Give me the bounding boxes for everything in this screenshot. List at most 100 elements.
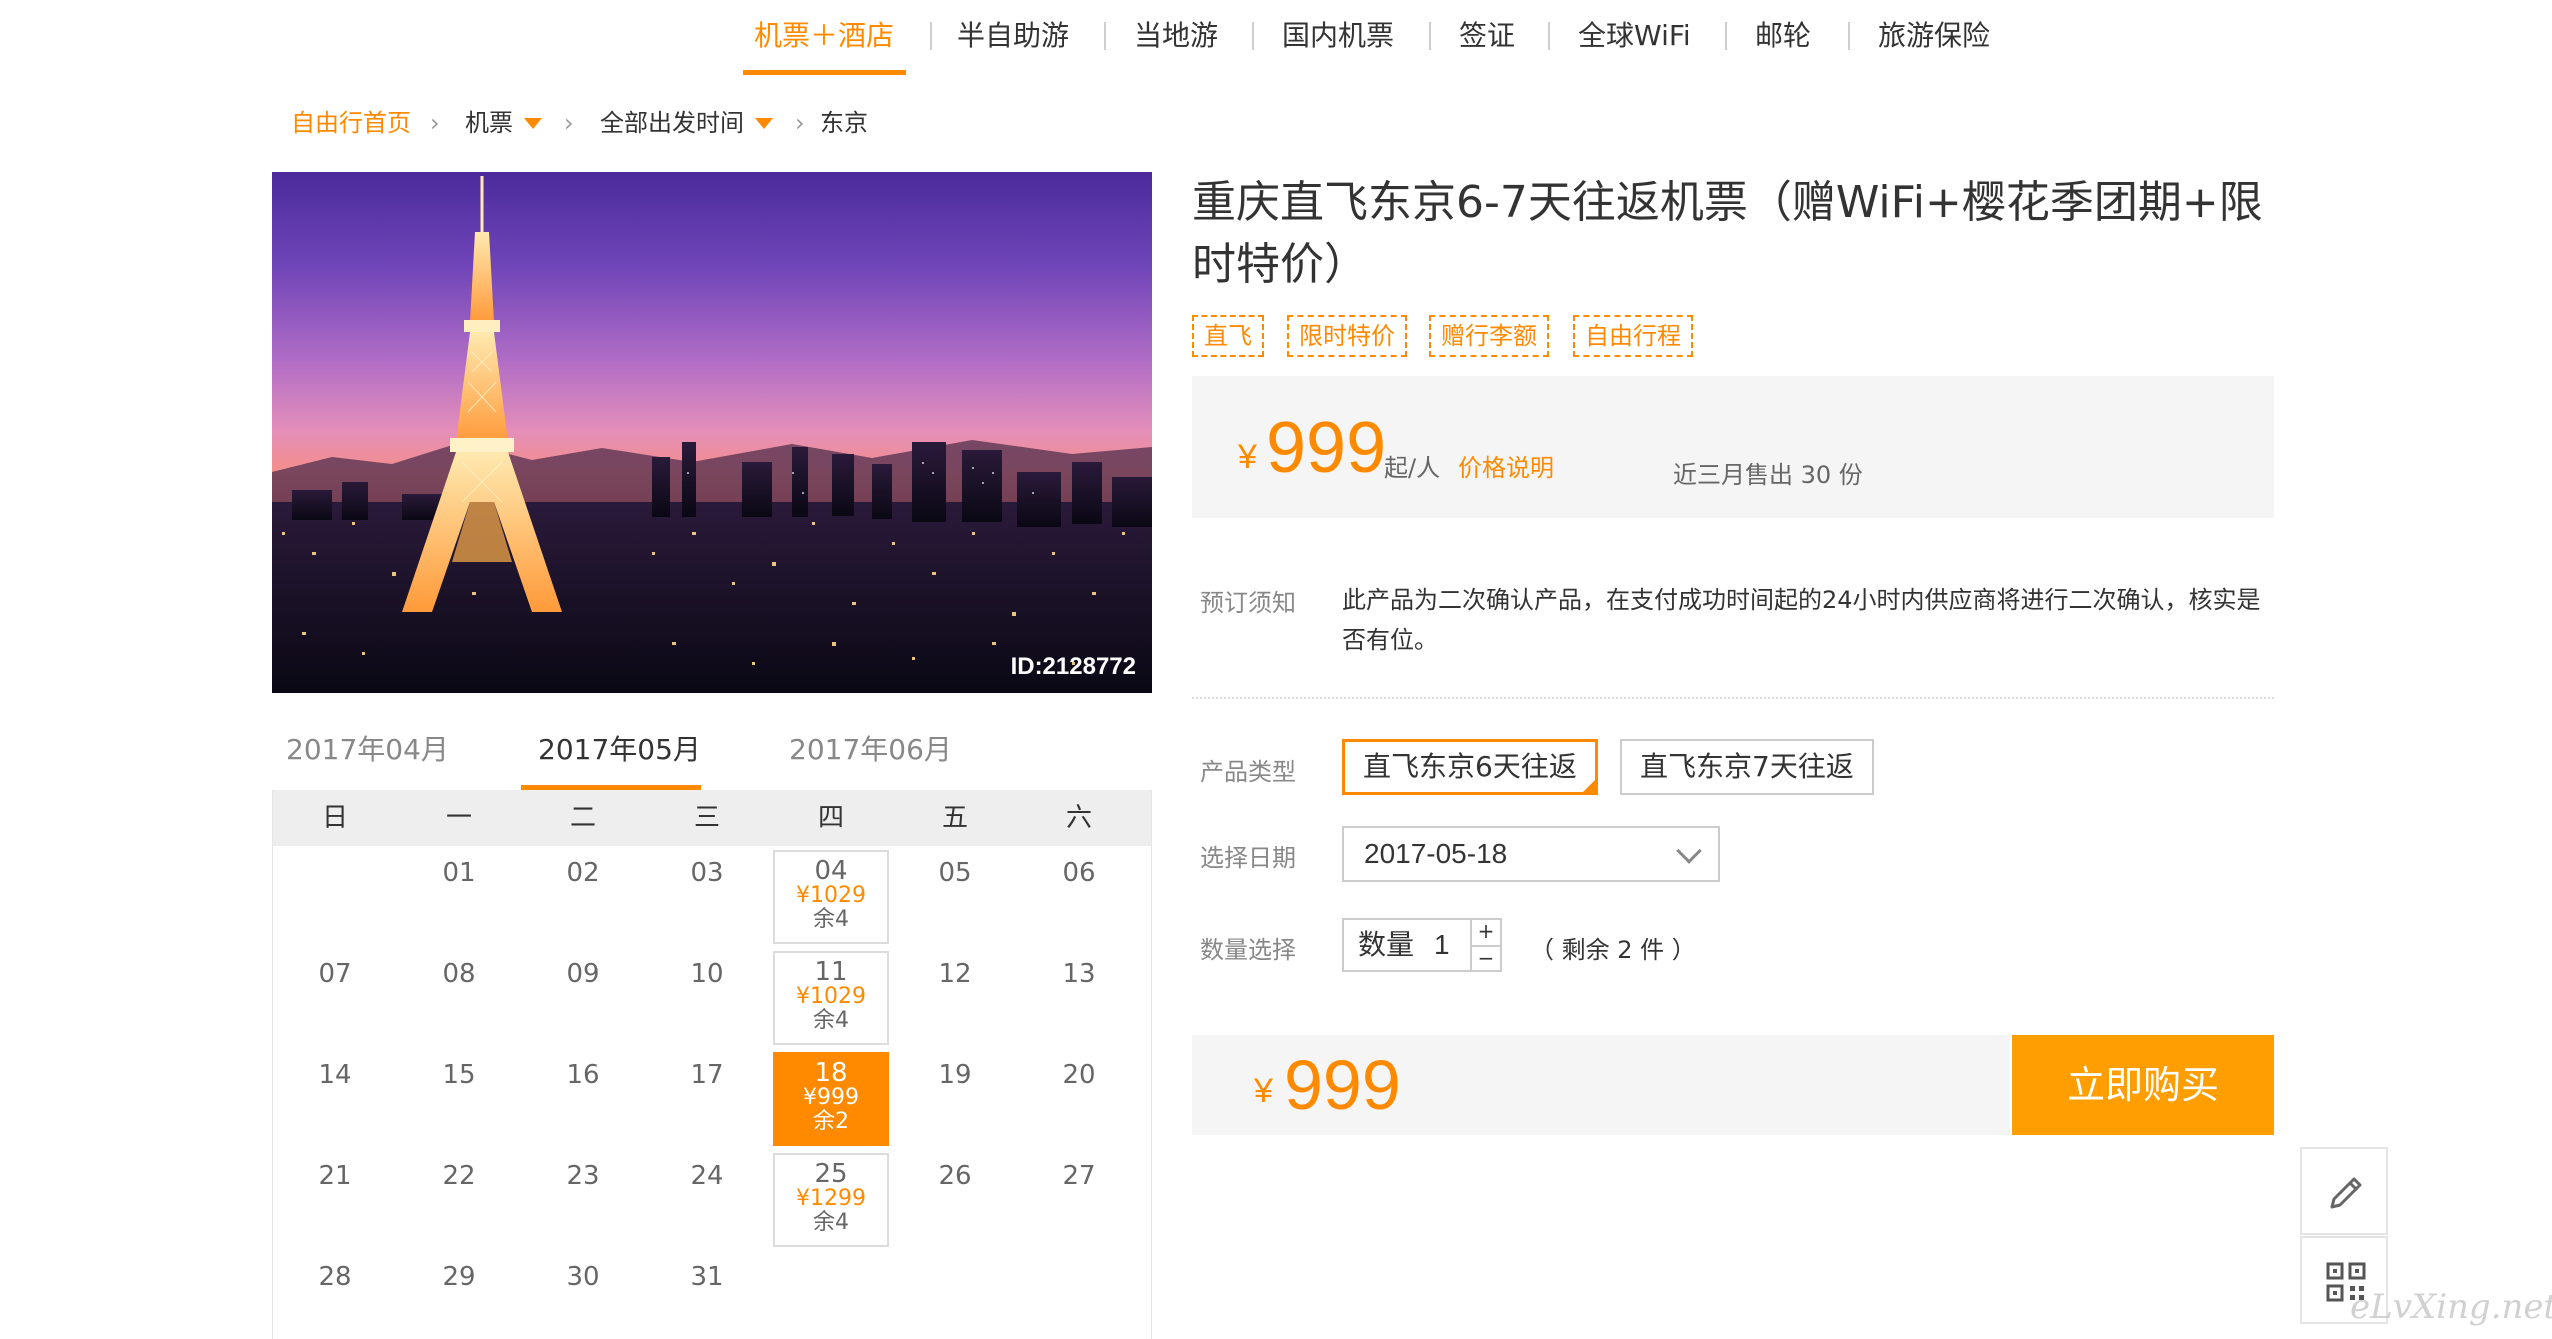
day-number: 28 bbox=[318, 1262, 352, 1292]
day-number: 20 bbox=[1062, 1060, 1096, 1090]
weekday-label: 日 bbox=[321, 803, 348, 833]
option-label: 直飞东京6天往返 bbox=[1363, 750, 1577, 783]
calendar-day: 22 bbox=[401, 1153, 517, 1247]
day-number: 10 bbox=[690, 959, 724, 989]
quantity-stepper: 数量 1 + − bbox=[1342, 918, 1502, 972]
nav-item-domestic-flights[interactable]: 国内机票 bbox=[1282, 14, 1394, 58]
breadcrumb-separator: › bbox=[795, 109, 805, 137]
pencil-icon bbox=[2330, 1177, 2362, 1209]
nav-item-cruise[interactable]: 邮轮 bbox=[1755, 14, 1811, 58]
calendar-weekday-header: 日 一 二 三 四 五 六 bbox=[273, 790, 1151, 846]
calendar-day-selected[interactable]: 18 ¥999 余2 bbox=[773, 1052, 889, 1146]
weekday-label: 三 bbox=[693, 803, 720, 833]
currency-symbol: ¥ bbox=[1254, 1072, 1273, 1110]
date-select[interactable]: 2017-05-18 bbox=[1342, 826, 1720, 882]
tab-month-prev[interactable]: 2017年04月 bbox=[286, 730, 449, 770]
day-number: 01 bbox=[442, 858, 476, 888]
buy-now-button[interactable]: 立即购买 bbox=[2012, 1035, 2274, 1135]
nav-item-visa[interactable]: 签证 bbox=[1459, 14, 1515, 58]
calendar-day-available[interactable]: 11 ¥1029 余4 bbox=[773, 951, 889, 1045]
quantity-increase-button[interactable]: + bbox=[1470, 920, 1500, 945]
day-number: 15 bbox=[442, 1060, 476, 1090]
day-number: 24 bbox=[690, 1161, 724, 1191]
tab-month-next[interactable]: 2017年06月 bbox=[789, 730, 952, 770]
weekday-label: 六 bbox=[1065, 803, 1092, 833]
weekday-label: 四 bbox=[817, 803, 844, 833]
nav-active-underline bbox=[743, 70, 906, 75]
tag-baggage-allowance: 赠行李额 bbox=[1429, 315, 1549, 357]
nav-item-travel-insurance[interactable]: 旅游保险 bbox=[1878, 14, 1990, 58]
nav-item-flight-hotel[interactable]: 机票＋酒店 bbox=[754, 14, 894, 58]
calendar-day: 21 bbox=[277, 1153, 393, 1247]
product-type-option-6day[interactable]: 直飞东京6天往返 ✓ bbox=[1342, 739, 1598, 812]
divider bbox=[1192, 697, 2274, 699]
breadcrumb-home[interactable]: 自由行首页 bbox=[291, 106, 411, 140]
nav-separator bbox=[1848, 22, 1850, 50]
breadcrumb-flights[interactable]: 机票 bbox=[465, 106, 513, 140]
calendar-day: 10 bbox=[649, 951, 765, 1045]
quantity-label: 数量选择 bbox=[1200, 936, 1296, 964]
calendar-day: 07 bbox=[277, 951, 393, 1045]
price-unit: 起/人 bbox=[1384, 454, 1441, 482]
day-stock: 余4 bbox=[813, 1210, 849, 1235]
dropdown-caret-icon[interactable] bbox=[524, 118, 542, 129]
feedback-button[interactable] bbox=[2300, 1147, 2388, 1235]
calendar-day: 23 bbox=[525, 1153, 641, 1247]
nav-item-local-tour[interactable]: 当地游 bbox=[1134, 14, 1218, 58]
calendar-day: 15 bbox=[401, 1052, 517, 1146]
day-number: 16 bbox=[566, 1060, 600, 1090]
day-number: 07 bbox=[318, 959, 352, 989]
breadcrumb-tokyo[interactable]: 东京 bbox=[820, 106, 868, 140]
day-number: 13 bbox=[1062, 959, 1096, 989]
top-nav: 机票＋酒店 半自助游 当地游 国内机票 签证 全球WiFi 邮轮 旅游保险 bbox=[0, 0, 2552, 76]
nav-item-global-wifi[interactable]: 全球WiFi bbox=[1578, 14, 1691, 58]
day-number: 27 bbox=[1062, 1161, 1096, 1191]
calendar-day: 26 bbox=[897, 1153, 1013, 1247]
day-price: ¥1299 bbox=[796, 1186, 866, 1211]
breadcrumb-departure-time[interactable]: 全部出发时间 bbox=[600, 106, 744, 140]
calendar-day: 06 bbox=[1021, 850, 1137, 944]
quantity-value[interactable]: 1 bbox=[1434, 920, 1450, 970]
chevron-down-icon bbox=[1676, 838, 1702, 864]
tab-month-current[interactable]: 2017年05月 bbox=[538, 730, 701, 770]
price-explanation-link[interactable]: 价格说明 bbox=[1458, 448, 1554, 483]
calendar-day: 31 bbox=[649, 1254, 765, 1339]
quantity-inner-label: 数量 bbox=[1358, 928, 1415, 961]
dropdown-caret-icon[interactable] bbox=[755, 118, 773, 129]
product-type-option-7day[interactable]: 直飞东京7天往返 bbox=[1620, 739, 1874, 795]
calendar-day-available[interactable]: 04 ¥1029 余4 bbox=[773, 850, 889, 944]
weekday-label: 五 bbox=[941, 803, 968, 833]
day-number: 12 bbox=[938, 959, 972, 989]
notice-label: 预订须知 bbox=[1200, 589, 1296, 617]
day-number: 31 bbox=[690, 1262, 724, 1292]
product-type-label: 产品类型 bbox=[1200, 758, 1296, 786]
sales-count: 近三月售出 30 份 bbox=[1673, 461, 1863, 489]
tag-direct-flight: 直飞 bbox=[1192, 315, 1264, 357]
calendar-day: 12 bbox=[897, 951, 1013, 1045]
day-number: 26 bbox=[938, 1161, 972, 1191]
product-image: ID:2128772 bbox=[272, 172, 1152, 693]
quantity-decrease-button[interactable]: − bbox=[1470, 945, 1500, 970]
day-number: 04 bbox=[814, 856, 848, 886]
day-number: 03 bbox=[690, 858, 724, 888]
day-number: 30 bbox=[566, 1262, 600, 1292]
day-price: ¥999 bbox=[803, 1085, 859, 1110]
nav-separator bbox=[1548, 22, 1550, 50]
date-select-label: 选择日期 bbox=[1200, 844, 1296, 872]
booking-notice-text: 此产品为二次确认产品，在支付成功时间起的24小时内供应商将进行二次确认，核实是否… bbox=[1342, 586, 2261, 654]
calendar-day: 03 bbox=[649, 850, 765, 944]
calendar-day: 30 bbox=[525, 1254, 641, 1339]
day-number: 29 bbox=[442, 1262, 476, 1292]
calendar-day: 19 bbox=[897, 1052, 1013, 1146]
date-select-value: 2017-05-18 bbox=[1364, 838, 1508, 869]
product-id-label: ID:2128772 bbox=[1010, 653, 1136, 680]
nav-item-semi-self-guided[interactable]: 半自助游 bbox=[957, 14, 1069, 58]
day-number: 19 bbox=[938, 1060, 972, 1090]
day-number: 05 bbox=[938, 858, 972, 888]
day-stock: 余2 bbox=[813, 1109, 849, 1134]
calendar-day-available[interactable]: 25 ¥1299 余4 bbox=[773, 1153, 889, 1247]
product-title: 重庆直飞东京6-7天往返机票（赠WiFi+樱花季团期+限时特价） bbox=[1192, 177, 2263, 290]
day-number: 08 bbox=[442, 959, 476, 989]
nav-separator bbox=[1429, 22, 1431, 50]
calendar-day: 20 bbox=[1021, 1052, 1137, 1146]
